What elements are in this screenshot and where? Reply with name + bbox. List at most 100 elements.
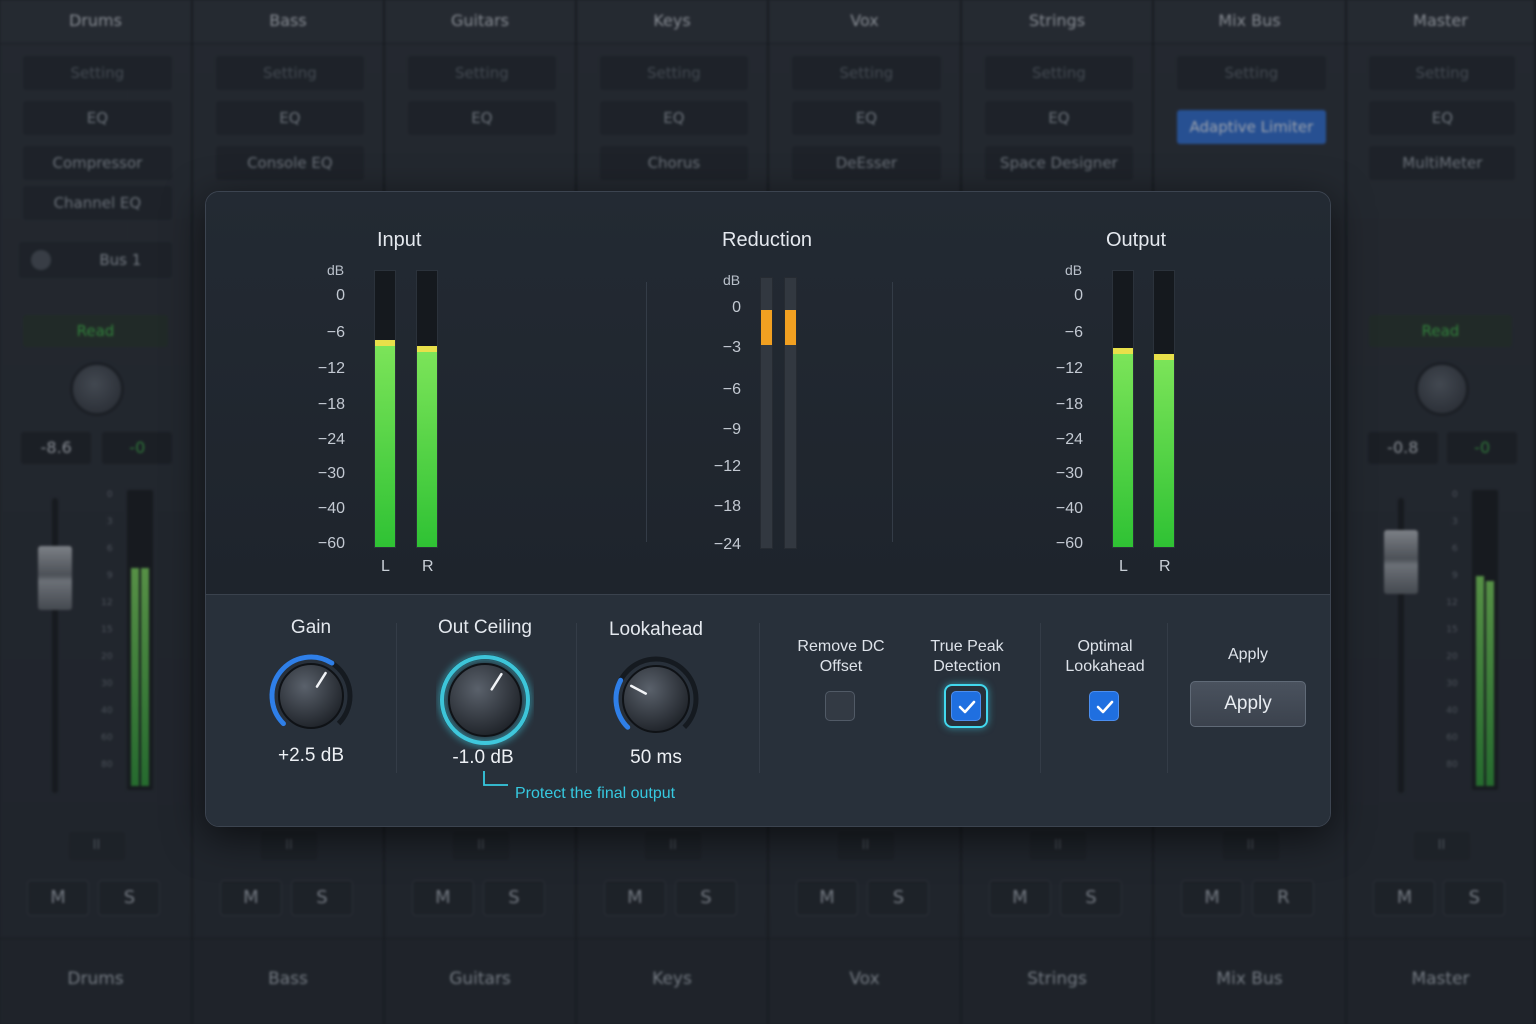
remove-dc-checkbox[interactable] <box>825 691 855 721</box>
output-right-label: R <box>1159 558 1171 575</box>
mute-button[interactable]: M <box>1181 880 1244 916</box>
pan-knob[interactable] <box>69 362 124 416</box>
solo-button[interactable]: R <box>1252 880 1315 916</box>
plugin-slot[interactable]: Adaptive Limiter <box>1176 110 1326 144</box>
setting-slot[interactable]: Setting <box>407 56 556 90</box>
true-peak-checkbox[interactable] <box>951 691 981 721</box>
solo-button[interactable]: S <box>482 880 545 916</box>
pause-button[interactable]: II <box>1030 832 1086 860</box>
reduction-meter-left-fill <box>761 310 772 346</box>
setting-slot[interactable]: Setting <box>1369 56 1516 90</box>
setting-slot[interactable]: Setting <box>599 56 748 90</box>
setting-slot[interactable]: Setting <box>791 56 941 90</box>
pause-button[interactable]: II <box>1413 832 1470 860</box>
peak-hold-marker <box>1154 353 1174 360</box>
plugin-slot[interactable]: DeEsser <box>791 146 941 180</box>
optimal-lookahead-label-line2: Lookahead <box>1065 658 1145 675</box>
solo-button[interactable]: S <box>1059 880 1122 916</box>
setting-slot[interactable]: Setting <box>984 56 1133 90</box>
control-divider <box>1167 623 1168 773</box>
gain-knob[interactable] <box>266 651 356 741</box>
send-slot[interactable]: Bus 1 <box>19 242 172 278</box>
fader-scale-tick: 3 <box>1451 517 1458 527</box>
automation-mode-button[interactable]: Read <box>1369 315 1512 347</box>
fader-track <box>52 498 59 793</box>
pause-button[interactable]: II <box>453 832 509 860</box>
mute-button[interactable]: M <box>603 880 666 916</box>
mute-button[interactable]: M <box>219 880 282 916</box>
fader-scale-tick: 0 <box>106 490 113 500</box>
solo-button[interactable]: S <box>290 880 353 916</box>
plugin-slot[interactable]: EQ <box>215 101 364 135</box>
ceiling-note: Protect the final output <box>515 785 676 802</box>
peak-hold-marker <box>417 345 437 352</box>
ceiling-knob[interactable] <box>436 651 534 749</box>
pause-button[interactable]: II <box>837 832 894 860</box>
mute-button[interactable]: M <box>796 880 859 916</box>
plugin-slot[interactable]: EQ <box>984 101 1133 135</box>
db-tick-label: −12 <box>713 458 741 475</box>
solo-button[interactable]: S <box>98 880 161 916</box>
channel-strip: Master Setting EQ MultiMeter Read -0.8 -0 0 3 6 9 1… <box>1347 0 1536 1024</box>
fader-scale: 0 3 6 9 12 15 20 30 40 60 80 <box>1438 490 1458 790</box>
solo-button[interactable]: S <box>674 880 737 916</box>
fader-scale-tick: 9 <box>1451 571 1458 581</box>
db-tick-label: −60 <box>317 535 345 552</box>
pan-knob[interactable] <box>1414 362 1469 416</box>
mute-button[interactable]: M <box>411 880 474 916</box>
plugin-slot[interactable]: Chorus <box>599 146 748 180</box>
remove-dc-label-line1: Remove DC <box>797 638 885 655</box>
plugin-slot[interactable]: EQ <box>22 101 172 135</box>
mute-button[interactable]: M <box>988 880 1051 916</box>
pause-button[interactable]: II <box>1222 832 1279 860</box>
volume-readout[interactable]: -8.6 <box>21 432 92 464</box>
volume-fader[interactable] <box>1384 530 1419 594</box>
plugin-slot[interactable]: Console EQ <box>215 146 364 180</box>
setting-slot[interactable]: Setting <box>215 56 364 90</box>
db-tick-label: −40 <box>1055 500 1083 517</box>
plugin-slot[interactable]: Channel EQ <box>22 186 172 220</box>
level-meter-fill-left <box>1475 576 1484 786</box>
volume-readout[interactable]: -0.8 <box>1367 432 1438 464</box>
remove-dc-label: Remove DC Offset <box>781 637 901 677</box>
send-knob-icon[interactable] <box>31 250 52 270</box>
plugin-slot[interactable]: EQ <box>599 101 748 135</box>
db-tick-label: −6 <box>326 324 345 341</box>
db-tick-label: −12 <box>1055 360 1083 377</box>
db-tick-label: −18 <box>317 396 345 413</box>
plugin-slot[interactable]: Compressor <box>22 146 172 180</box>
strip-name: Mix Bus <box>1154 0 1345 44</box>
solo-button[interactable]: S <box>867 880 930 916</box>
plugin-slot[interactable]: MultiMeter <box>1369 146 1516 180</box>
plugin-slot[interactable]: Space Designer <box>984 146 1133 180</box>
strip-footer-name: Guitars <box>385 938 575 1024</box>
reduction-meter-right <box>784 277 797 549</box>
automation-mode-button[interactable]: Read <box>22 315 169 347</box>
fader-scale-tick: 40 <box>101 706 113 716</box>
fader-scale-tick: 12 <box>1446 598 1458 608</box>
output-meter-left-fill <box>1113 348 1133 547</box>
setting-slot[interactable]: Setting <box>22 56 172 90</box>
plugin-slot[interactable]: EQ <box>1369 101 1516 135</box>
fader-scale: 0 3 6 9 12 15 20 30 40 60 80 <box>93 490 113 790</box>
optimal-lookahead-label: Optimal Lookahead <box>1045 637 1165 677</box>
pause-button[interactable]: II <box>645 832 701 860</box>
setting-slot[interactable]: Setting <box>1176 56 1326 90</box>
pause-button[interactable]: II <box>261 832 317 860</box>
solo-button[interactable]: S <box>1443 880 1506 916</box>
pause-button[interactable]: II <box>68 832 125 860</box>
channel-strip: Drums Setting EQ Compressor Channel EQ Bus 1 R… <box>0 0 193 1024</box>
db-tick-label: −6 <box>722 381 741 398</box>
meter-divider <box>646 282 647 542</box>
mute-button[interactable]: M <box>27 880 90 916</box>
optimal-lookahead-checkbox[interactable] <box>1089 691 1119 721</box>
volume-fader[interactable] <box>38 546 73 610</box>
plugin-slot[interactable]: EQ <box>791 101 941 135</box>
apply-button[interactable]: Apply <box>1190 681 1306 727</box>
lookahead-knob[interactable] <box>610 653 702 745</box>
plugin-slot[interactable]: EQ <box>407 101 556 135</box>
strip-name: Vox <box>769 0 960 44</box>
strip-footer-name: Strings <box>962 938 1152 1024</box>
mute-button[interactable]: M <box>1373 880 1436 916</box>
input-meter-left <box>374 270 396 548</box>
